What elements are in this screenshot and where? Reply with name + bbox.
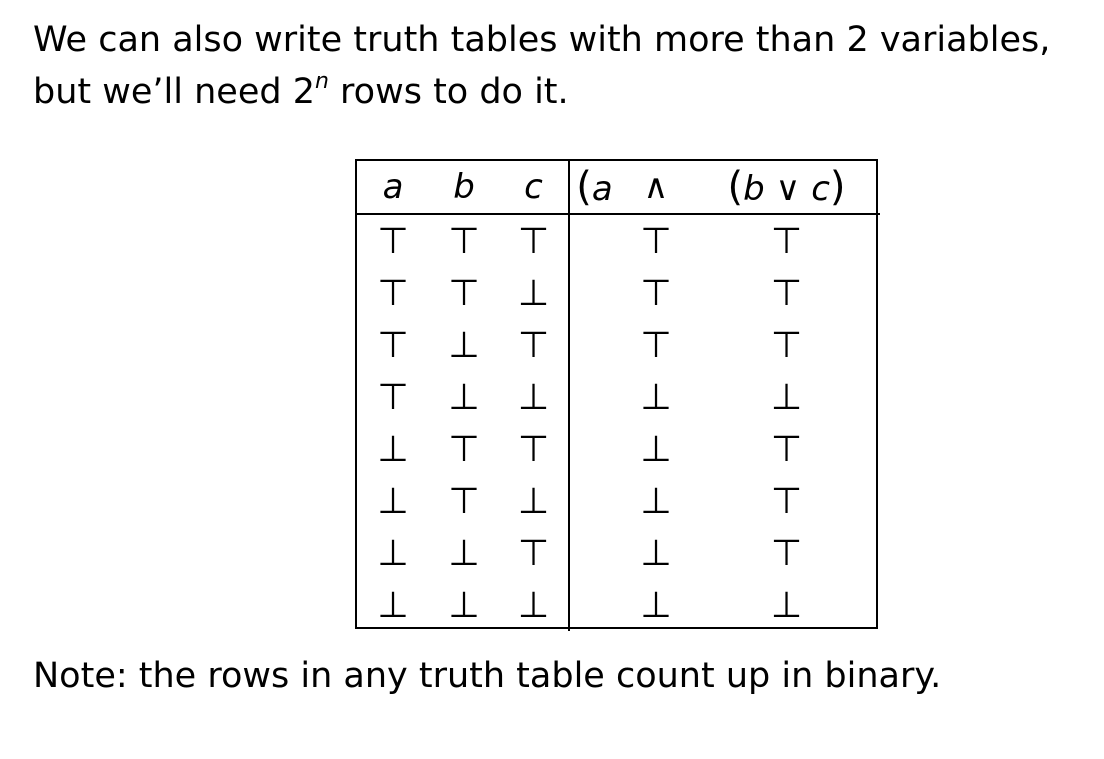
cell-or: ⊤: [770, 532, 803, 574]
header-expr-and: ∧: [619, 161, 693, 215]
cell-spacer: [569, 579, 619, 631]
header-expr-open-paren: (: [576, 164, 592, 210]
cell-c: ⊥: [499, 579, 570, 631]
header-a: a: [357, 161, 429, 215]
table-row: ⊥ ⊤ ⊤ ⊥ ⊤: [357, 423, 880, 475]
cell-a: ⊥: [377, 480, 409, 522]
table-row: ⊤ ⊤ ⊥ ⊤ ⊤: [357, 267, 880, 319]
truth-table-frame: a b c (a ∧ (b ∨ c) ⊤ ⊤ ⊤ ⊤ ⊤ ⊤ ⊤ ⊥ ⊤ ⊤ ⊤…: [355, 159, 880, 631]
table-header-row: a b c (a ∧ (b ∨ c): [357, 161, 880, 215]
cell-b: ⊥: [448, 324, 480, 366]
cell-a: ⊥: [377, 584, 409, 626]
exponent-n: n: [314, 69, 329, 95]
cell-and: ⊥: [640, 376, 672, 418]
cell-or: ⊤: [770, 428, 803, 470]
cell-c: ⊤: [499, 319, 570, 371]
header-expr-or: (b ∨ c): [693, 161, 880, 215]
truth-table: a b c (a ∧ (b ∨ c) ⊤ ⊤ ⊤ ⊤ ⊤ ⊤ ⊤ ⊥ ⊤ ⊤ ⊤…: [357, 161, 880, 631]
cell-spacer: [569, 423, 619, 475]
cell-c: ⊤: [499, 527, 570, 579]
header-expr-close-paren: ): [829, 164, 846, 210]
cell-c: ⊤: [499, 423, 570, 475]
cell-or: ⊥: [770, 584, 803, 626]
intro-line-2-before: but we’ll need 2: [33, 72, 315, 112]
intro-line-2: but we’ll need 2n rows to do it.: [33, 66, 1083, 118]
table-row: ⊥ ⊥ ⊤ ⊥ ⊤: [357, 527, 880, 579]
cell-or: ⊥: [770, 376, 803, 418]
header-expr-c-var: c: [811, 169, 830, 209]
cell-c: ⊥: [499, 267, 570, 319]
cell-b: ⊤: [448, 428, 480, 470]
intro-line-2-after: rows to do it.: [328, 72, 569, 112]
header-c: c: [499, 161, 570, 215]
header-b: b: [429, 161, 499, 215]
cell-spacer: [569, 371, 619, 423]
table-row: ⊤ ⊤ ⊤ ⊤ ⊤: [357, 214, 880, 267]
intro-line-1: We can also write truth tables with more…: [33, 20, 1051, 60]
cell-and: ⊤: [640, 272, 672, 314]
cell-b: ⊤: [448, 480, 480, 522]
cell-a: ⊥: [377, 532, 409, 574]
cell-spacer: [569, 527, 619, 579]
cell-and: ⊥: [640, 532, 672, 574]
cell-or: ⊤: [770, 324, 803, 366]
cell-and: ⊤: [640, 324, 672, 366]
intro-text: We can also write truth tables with more…: [33, 14, 1083, 118]
table-row: ⊥ ⊤ ⊥ ⊥ ⊤: [357, 475, 880, 527]
cell-c: ⊥: [499, 475, 570, 527]
cell-b: ⊥: [448, 532, 480, 574]
cell-and: ⊥: [640, 480, 672, 522]
cell-spacer: [569, 319, 619, 371]
table-row: ⊤ ⊥ ⊥ ⊥ ⊥: [357, 371, 880, 423]
cell-and: ⊤: [640, 220, 672, 262]
cell-b: ⊥: [448, 584, 480, 626]
header-expr-a: (a: [569, 161, 619, 215]
cell-a: ⊤: [377, 220, 409, 262]
cell-c: ⊤: [499, 214, 570, 267]
cell-b: ⊤: [448, 272, 480, 314]
table-row: ⊤ ⊥ ⊤ ⊤ ⊤: [357, 319, 880, 371]
header-expr-inner-open-paren: (: [727, 164, 744, 210]
cell-or: ⊤: [770, 480, 803, 522]
cell-and: ⊥: [640, 428, 672, 470]
cell-spacer: [569, 267, 619, 319]
cell-a: ⊤: [377, 272, 409, 314]
cell-or: ⊤: [770, 220, 803, 262]
cell-b: ⊤: [448, 220, 480, 262]
header-expr-b-var: b: [743, 169, 765, 209]
cell-a: ⊤: [377, 376, 409, 418]
binary-note: Note: the rows in any truth table count …: [33, 656, 942, 696]
cell-and: ⊥: [640, 584, 672, 626]
cell-spacer: [569, 475, 619, 527]
cell-spacer: [569, 214, 619, 267]
cell-or: ⊤: [770, 272, 803, 314]
header-expr-or-op: ∨: [775, 169, 801, 209]
cell-a: ⊤: [377, 324, 409, 366]
cell-c: ⊥: [499, 371, 570, 423]
cell-b: ⊥: [448, 376, 480, 418]
header-expr-a-var: a: [591, 169, 613, 209]
table-row: ⊥ ⊥ ⊥ ⊥ ⊥: [357, 579, 880, 631]
cell-a: ⊥: [377, 428, 409, 470]
